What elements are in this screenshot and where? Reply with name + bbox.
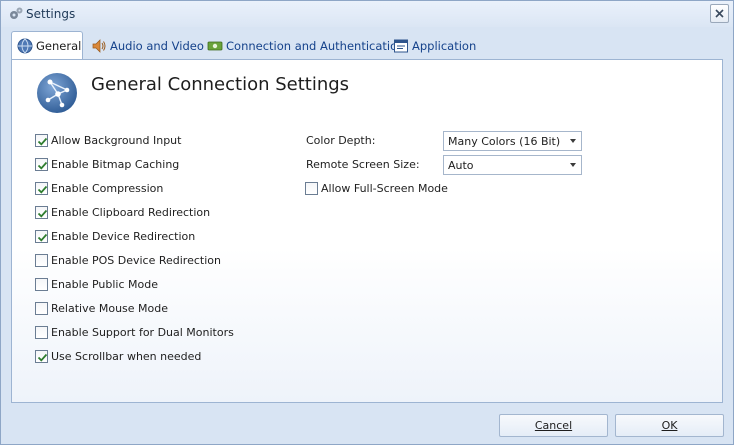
checkbox[interactable] <box>35 206 48 219</box>
network-icon <box>207 41 223 51</box>
settings-window: Settings General Audio and Video Connect… <box>0 0 734 445</box>
cancel-label: Cancel <box>534 419 573 432</box>
window-title: Settings <box>26 7 76 21</box>
window-icon <box>394 39 408 53</box>
checkbox-label: Allow Background Input <box>51 134 182 147</box>
checkbox[interactable] <box>35 254 48 267</box>
checkbox[interactable] <box>35 230 48 243</box>
ok-label: OK <box>661 419 678 432</box>
close-icon <box>715 9 724 18</box>
checkbox-label: Enable Device Redirection <box>51 230 196 243</box>
checkbox-label: Enable Bitmap Caching <box>51 158 180 171</box>
tab-audio-video-label: Audio and Video <box>110 39 204 53</box>
tab-general[interactable]: General <box>11 31 83 60</box>
checkbox[interactable] <box>35 350 48 363</box>
section-title: General Connection Settings <box>91 74 350 95</box>
checkbox-label: Enable Clipboard Redirection <box>51 206 211 219</box>
checkbox[interactable] <box>35 278 48 291</box>
checkbox[interactable] <box>35 326 48 339</box>
tab-application[interactable]: Application <box>388 34 478 58</box>
tab-audio-video[interactable]: Audio and Video <box>86 34 204 58</box>
color-depth-label: Color Depth: <box>306 134 376 147</box>
checkbox[interactable] <box>35 302 48 315</box>
checkbox[interactable] <box>35 134 48 147</box>
screen-size-dropdown[interactable]: Auto <box>443 155 582 175</box>
ok-button[interactable]: OK <box>615 414 724 437</box>
color-depth-dropdown[interactable]: Many Colors (16 Bit) <box>443 131 582 151</box>
tab-application-label: Application <box>412 39 477 53</box>
checkbox-label: Relative Mouse Mode <box>51 302 169 315</box>
close-button[interactable] <box>710 4 729 23</box>
checkbox[interactable] <box>305 182 318 195</box>
checkbox-label: Use Scrollbar when needed <box>51 350 202 363</box>
globe-icon <box>17 38 33 54</box>
gears-icon <box>10 7 23 19</box>
title-bar: Settings <box>1 1 733 27</box>
speaker-icon <box>92 39 106 53</box>
chevron-down-icon <box>570 163 576 167</box>
screen-size-label: Remote Screen Size: <box>306 158 420 171</box>
checkbox[interactable] <box>35 158 48 171</box>
tab-strip: General Audio and Video Connection and A… <box>11 31 723 60</box>
chevron-down-icon <box>570 139 576 143</box>
tab-connection-authentication[interactable]: Connection and Authentication <box>202 34 404 58</box>
checkbox[interactable] <box>35 182 48 195</box>
color-depth-value: Many Colors (16 Bit) <box>448 135 561 148</box>
screen-size-value: Auto <box>448 159 474 172</box>
general-panel: General Connection Settings Allow Backgr… <box>11 59 723 403</box>
cancel-button[interactable]: Cancel <box>499 414 608 437</box>
checkbox-label: Enable POS Device Redirection <box>51 254 221 267</box>
network-globe-icon <box>37 73 77 113</box>
tab-general-label: General <box>36 39 82 53</box>
checkbox-label: Allow Full-Screen Mode <box>321 182 448 195</box>
tab-connection-label: Connection and Authentication <box>226 39 405 53</box>
checkbox-label: Enable Public Mode <box>51 278 158 291</box>
checkbox-label: Enable Support for Dual Monitors <box>51 326 234 339</box>
checkbox-label: Enable Compression <box>51 182 164 195</box>
